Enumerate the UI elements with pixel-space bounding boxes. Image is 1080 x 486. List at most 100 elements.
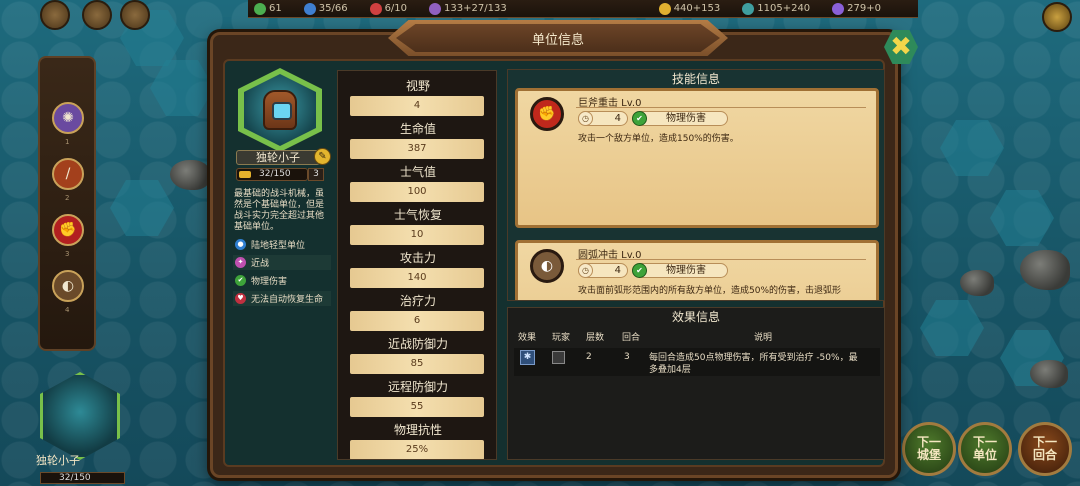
col-layers: 层数 xyxy=(586,333,605,343)
next-unit-button[interactable]: 下一 单位 xyxy=(958,422,1012,476)
stat-value: 6 xyxy=(350,311,484,331)
next-turn-label: 下一 回合 xyxy=(1032,435,1057,462)
stat-label: 生命值 xyxy=(399,122,436,136)
inventory-button[interactable] xyxy=(82,0,112,30)
rock-tile xyxy=(1020,250,1070,290)
heavy-axe-icon: ✊ xyxy=(530,97,564,131)
divider xyxy=(576,259,866,260)
crystal-icon xyxy=(832,2,845,15)
physical-damage-icon: ✔ xyxy=(632,263,647,278)
rock-tile xyxy=(1030,360,1068,388)
col-effect: 效果 xyxy=(518,333,537,343)
divider xyxy=(576,107,866,108)
trait-item: ● 陆地轻型单位 xyxy=(233,237,331,252)
unit-name: 独轮小子 xyxy=(236,150,320,165)
resource-value: 1105+240 xyxy=(757,3,811,14)
damage-type-badge: ✔ 物理伤害 xyxy=(632,111,728,126)
trait-item: ✦ 近战 xyxy=(233,255,331,270)
resource-value: 279+0 xyxy=(847,3,881,14)
resource-bar: 61 35/66 6/10 133+27/133 440+153 1105+24… xyxy=(248,0,918,18)
arc-icon[interactable]: ◐ xyxy=(52,270,84,302)
shop-button[interactable] xyxy=(120,0,150,30)
skill-column: ✺ 1 / 2 ✊ 3 ◐ 4 xyxy=(38,56,96,351)
skill-description: 攻击面前弧形范围内的所有敌方单位，造成50%的伤害，击退弧形 xyxy=(578,286,842,296)
stat-label: 视野 xyxy=(405,79,430,93)
resource-value: 133+27/133 xyxy=(444,3,507,14)
unit-description: 最基础的战斗机械，虽然是个基础单位，但是战斗实力完全超过其他基础单位。 xyxy=(234,189,325,232)
unicycle-robot-icon xyxy=(263,90,297,130)
trait-label: 陆地轻型单位 xyxy=(251,241,306,251)
no-regen-icon: ♥ xyxy=(235,293,246,304)
xp-fill xyxy=(239,171,251,178)
skills-panel[interactable]: 技能信息 ✊ 巨斧重击 Lv.0 ◷ 4 ✔ 物理伤害 攻击一个敌方单位，造成1… xyxy=(507,69,885,301)
army-icon xyxy=(369,2,382,15)
stat-value: 85 xyxy=(350,354,484,374)
next-castle-label: 下一 城堡 xyxy=(916,435,941,462)
resource-item: 1105+240 xyxy=(742,2,811,15)
effects-panel[interactable]: 效果信息 效果 玩家 层数 回合 说明 ✱ 2 3 每回合造成50点物理伤害，所… xyxy=(507,307,885,460)
food-icon xyxy=(303,2,316,15)
trait-item: ✔ 物理伤害 xyxy=(233,273,331,288)
trait-label: 近战 xyxy=(251,259,270,269)
modal-title: 单位信息 xyxy=(396,24,720,52)
resource-value: 440+153 xyxy=(673,3,721,14)
skill-card[interactable]: ◐ 圆弧冲击 Lv.0 ◷ 4 ✔ 物理伤害 攻击面前弧形范围内的所有敌方单位，… xyxy=(515,240,879,300)
next-turn-button[interactable]: 下一 回合 xyxy=(1018,422,1072,476)
slash-icon[interactable]: / xyxy=(52,158,84,190)
resource-value: 6/10 xyxy=(384,3,408,14)
effect-layers: 2 xyxy=(586,352,592,362)
rock-tile xyxy=(170,160,210,190)
stat-value: 100 xyxy=(350,182,484,202)
skill-slot-number: 3 xyxy=(65,250,70,258)
physical-damage-icon: ✔ xyxy=(235,275,246,286)
stat-value: 55 xyxy=(350,397,484,417)
wood-icon xyxy=(742,2,755,15)
stats-list[interactable]: 视野 4 生命值 387 士气值 100 士气恢复 10 攻击力 140 治疗力… xyxy=(337,70,497,460)
skill-description: 攻击一个敌方单位，造成150%的伤害。 xyxy=(578,134,739,144)
effect-rounds: 3 xyxy=(624,352,630,362)
col-desc: 说明 xyxy=(754,333,773,343)
settings-gear-icon[interactable] xyxy=(1042,2,1072,32)
population-icon xyxy=(254,2,266,15)
frost-icon: ✱ xyxy=(520,350,535,365)
effects-title: 效果信息 xyxy=(671,310,720,324)
light-unit-icon: ● xyxy=(235,239,246,250)
selected-unit-name: 独轮小子 xyxy=(36,454,80,467)
resource-item: 133+27/133 xyxy=(429,2,507,15)
arc-strike-icon: ◐ xyxy=(530,249,564,283)
skill-card[interactable]: ✊ 巨斧重击 Lv.0 ◷ 4 ✔ 物理伤害 攻击一个敌方单位，造成150%的伤… xyxy=(515,88,879,228)
resource-item: 6/10 xyxy=(369,2,408,15)
minimap-button[interactable] xyxy=(40,0,70,30)
stat-label: 士气值 xyxy=(399,165,436,179)
cooldown-badge: ◷ 4 xyxy=(578,263,628,278)
stat-label: 治疗力 xyxy=(399,294,436,308)
resource-value: 35/66 xyxy=(318,3,348,14)
trait-label: 无法自动恢复生命 xyxy=(251,295,324,305)
rock-tile xyxy=(960,270,994,296)
trait-label: 物理伤害 xyxy=(251,277,288,287)
trait-item: ♥ 无法自动恢复生命 xyxy=(233,291,331,306)
resource-item: 279+0 xyxy=(832,2,881,15)
rename-pencil-icon[interactable]: ✎ xyxy=(314,148,331,165)
magic-circle-icon[interactable]: ✺ xyxy=(52,102,84,134)
xp-value: 32/150 xyxy=(259,169,291,179)
col-rounds: 回合 xyxy=(622,333,641,343)
stat-value: 4 xyxy=(350,96,484,116)
resource-item: 440+153 xyxy=(658,2,721,15)
next-castle-button[interactable]: 下一 城堡 xyxy=(902,422,956,476)
clock-icon: ◷ xyxy=(578,111,593,126)
physical-damage-icon: ✔ xyxy=(632,111,647,126)
fist-icon[interactable]: ✊ xyxy=(52,214,84,246)
resource-item: 61 xyxy=(254,2,282,15)
cooldown-value: 4 xyxy=(614,113,621,124)
stat-value: 10 xyxy=(350,225,484,245)
effect-row[interactable]: ✱ 2 3 每回合造成50点物理伤害，所有受到治疗 -50%，最 多叠加4层 xyxy=(514,348,880,376)
melee-icon: ✦ xyxy=(235,257,246,268)
stat-label: 物理抗性 xyxy=(393,423,442,437)
skill-slot-number: 2 xyxy=(65,194,70,202)
resource-item: 35/66 xyxy=(303,2,348,15)
cooldown-value: 4 xyxy=(614,265,621,276)
effects-header-row: 效果 玩家 层数 回合 说明 xyxy=(514,330,880,345)
stat-value: 140 xyxy=(350,268,484,288)
damage-type-label: 物理伤害 xyxy=(666,113,706,124)
